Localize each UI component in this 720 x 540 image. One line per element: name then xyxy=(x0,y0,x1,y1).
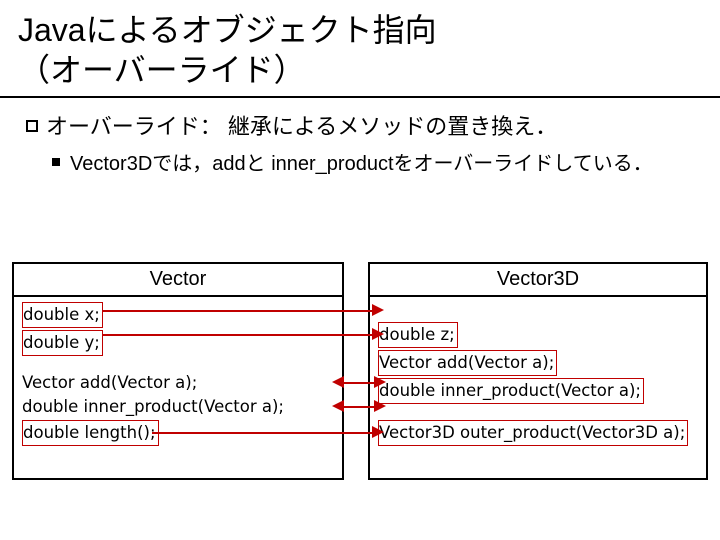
left-method1: Vector add(Vector a); xyxy=(22,371,334,395)
right-method1: Vector add(Vector a); xyxy=(378,350,557,376)
left-method3: double length(); xyxy=(22,420,159,446)
arrow-ip-head-l xyxy=(332,400,344,412)
bullet1-icon xyxy=(26,120,38,132)
arrow-length-head xyxy=(372,426,384,438)
arrow-x xyxy=(102,310,374,312)
bullet2-icon xyxy=(52,158,60,166)
left-field1: double x; xyxy=(22,302,103,328)
right-field1: double z; xyxy=(378,322,458,348)
arrow-add-head-r xyxy=(374,376,386,388)
arrow-ip-head-r xyxy=(374,400,386,412)
arrow-length xyxy=(152,432,374,434)
slide-title: Javaによるオブジェクト指向（オーバーライド） xyxy=(18,10,702,90)
left-method2: double inner_product(Vector a); xyxy=(22,395,334,419)
bullet2-text: Vector3Dでは，addと inner_productをオーバーライドしてい… xyxy=(70,153,653,175)
arrow-ip xyxy=(344,406,378,408)
arrow-x-head xyxy=(372,304,384,316)
bullet-level1: オーバーライド： 継承によるメソッドの置き換え． xyxy=(26,112,694,143)
class-box-vector3d: Vector3D double z; Vector add(Vector a);… xyxy=(368,262,708,480)
left-field2: double y; xyxy=(22,330,103,356)
arrow-add-head-l xyxy=(332,376,344,388)
class-body-right: double z; Vector add(Vector a); double i… xyxy=(370,297,706,449)
body: オーバーライド： 継承によるメソッドの置き換え． Vector3Dでは，addと… xyxy=(0,98,720,179)
bullet1-text: オーバーライド： 継承によるメソッドの置き換え． xyxy=(46,114,557,139)
class-body-left: double x; double y; Vector add(Vector a)… xyxy=(14,297,342,449)
title-line1: Javaによるオブジェクト指向（オーバーライド） xyxy=(18,12,437,88)
uml-diagram: Vector double x; double y; Vector add(Ve… xyxy=(12,262,708,522)
class-box-vector: Vector double x; double y; Vector add(Ve… xyxy=(12,262,344,480)
right-method2: double inner_product(Vector a); xyxy=(378,378,644,404)
arrow-y xyxy=(102,334,374,336)
arrow-y-head xyxy=(372,328,384,340)
class-name-left: Vector xyxy=(14,264,342,297)
right-method3: Vector3D outer_product(Vector3D a); xyxy=(378,420,688,446)
bullet-level2: Vector3Dでは，addと inner_productをオーバーライドしてい… xyxy=(26,149,694,179)
arrow-add xyxy=(344,382,378,384)
title-bar: Javaによるオブジェクト指向（オーバーライド） xyxy=(0,0,720,98)
class-name-right: Vector3D xyxy=(370,264,706,297)
